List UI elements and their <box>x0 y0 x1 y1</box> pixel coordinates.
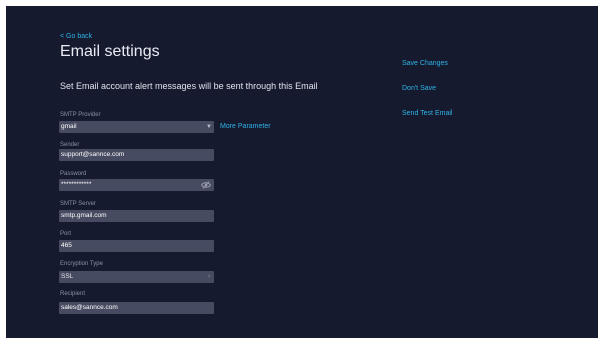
eye-off-icon[interactable] <box>201 181 211 189</box>
recipient-value: sales@sannce.com <box>61 304 118 311</box>
encryption-type-label: Encryption Type <box>60 261 103 267</box>
smtp-provider-select[interactable]: gmail ▼ <box>59 121 214 133</box>
smtp-server-label: SMTP Server <box>60 201 96 207</box>
port-label: Port <box>60 231 72 237</box>
recipient-label: Recipient <box>60 291 86 297</box>
sender-value: support@sannce.com <box>61 151 125 158</box>
port-value: 465 <box>61 242 72 249</box>
password-value: ************ <box>61 181 92 188</box>
port-input[interactable]: 465 <box>59 240 214 252</box>
email-settings-screen: < Go back Email settings Set Email accou… <box>6 6 598 338</box>
send-test-email-button[interactable]: Send Test Email <box>402 110 452 117</box>
smtp-provider-label: SMTP Provider <box>60 112 101 118</box>
encryption-type-select[interactable]: SSL ▼ <box>59 271 214 283</box>
password-label: Password <box>60 171 87 177</box>
chevron-down-icon: ▼ <box>206 274 212 280</box>
save-changes-button[interactable]: Save Changes <box>402 60 448 67</box>
smtp-server-value: smtp.gmail.com <box>61 212 107 219</box>
password-input[interactable]: ************ <box>59 179 214 191</box>
sender-input[interactable]: support@sannce.com <box>59 149 214 161</box>
more-parameter-link[interactable]: More Parameter <box>220 123 271 130</box>
smtp-provider-value: gmail <box>61 123 77 130</box>
sender-label: Sender <box>60 142 80 148</box>
page-subtitle: Set Email account alert messages will be… <box>60 81 318 91</box>
go-back-link[interactable]: < Go back <box>60 33 92 40</box>
dont-save-button[interactable]: Don't Save <box>402 85 436 92</box>
chevron-down-icon: ▼ <box>206 124 212 130</box>
smtp-server-input[interactable]: smtp.gmail.com <box>59 210 214 222</box>
recipient-input[interactable]: sales@sannce.com <box>59 302 214 314</box>
page-title: Email settings <box>60 43 160 60</box>
encryption-type-value: SSL <box>61 273 74 280</box>
